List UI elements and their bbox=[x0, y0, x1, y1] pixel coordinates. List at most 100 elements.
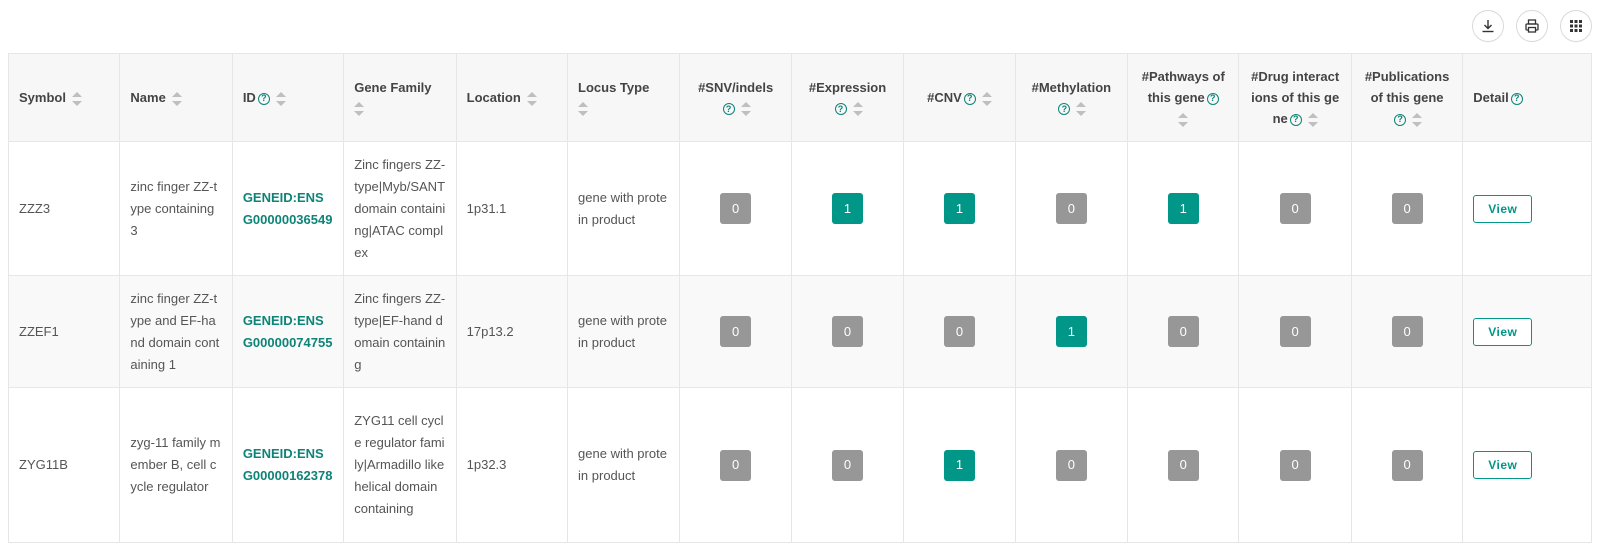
download-icon bbox=[1482, 20, 1494, 33]
help-icon[interactable]: ? bbox=[834, 103, 847, 116]
header-snv-indels[interactable]: #SNV/indels? bbox=[679, 53, 792, 142]
header-label: Name bbox=[130, 90, 166, 105]
table-header: Symbol Name ID? Gene Family Location Loc… bbox=[7, 53, 1592, 142]
cell-publications: 0 bbox=[1350, 275, 1464, 388]
header-gene-family[interactable]: Gene Family bbox=[343, 53, 457, 142]
sort-icon[interactable] bbox=[1178, 112, 1189, 127]
cell-name: zinc finger ZZ-type containing 3 bbox=[119, 141, 233, 276]
header-publications[interactable]: #Publications of this gene? bbox=[1350, 53, 1464, 142]
count-badge[interactable]: 1 bbox=[1167, 193, 1199, 224]
header-location[interactable]: Location bbox=[455, 53, 569, 142]
help-icon[interactable]: ? bbox=[722, 103, 735, 116]
view-button[interactable]: View bbox=[1473, 451, 1533, 479]
cell-drug-interactions: 0 bbox=[1238, 275, 1352, 388]
count-badge[interactable]: 0 bbox=[1279, 316, 1311, 347]
cell-cnv: 1 bbox=[903, 387, 1016, 543]
sort-icon[interactable] bbox=[71, 91, 82, 106]
help-icon[interactable]: ? bbox=[1394, 113, 1407, 126]
cell-cnv: 1 bbox=[903, 141, 1016, 276]
header-id[interactable]: ID? bbox=[231, 53, 345, 142]
sort-icon[interactable] bbox=[1307, 112, 1318, 127]
export-button[interactable] bbox=[1472, 10, 1504, 42]
columns-button[interactable] bbox=[1560, 10, 1592, 42]
help-icon[interactable]: ? bbox=[1289, 113, 1302, 126]
header-drug-interactions[interactable]: #Drug interactions of this gene? bbox=[1238, 53, 1352, 142]
cell-symbol: ZYG11B bbox=[7, 387, 121, 543]
cell-publications: 0 bbox=[1350, 387, 1464, 543]
count-badge[interactable]: 0 bbox=[1055, 193, 1087, 224]
cell-id: GENEID:ENSG00000036549 bbox=[231, 141, 345, 276]
gene-id-link[interactable]: GENEID:ENSG00000074755 bbox=[243, 313, 333, 350]
header-cnv[interactable]: #CNV? bbox=[903, 53, 1016, 142]
view-button[interactable]: View bbox=[1473, 194, 1533, 223]
gene-table-container: Symbol Name ID? Gene Family Location Loc… bbox=[7, 53, 1592, 543]
cell-location: 17p13.2 bbox=[455, 275, 569, 388]
sort-icon[interactable] bbox=[740, 102, 751, 117]
count-badge[interactable]: 0 bbox=[1279, 449, 1311, 481]
header-pathways[interactable]: #Pathways of this gene? bbox=[1127, 53, 1240, 142]
sort-icon[interactable] bbox=[275, 91, 286, 106]
header-locus-type[interactable]: Locus Type bbox=[567, 53, 681, 142]
count-badge[interactable]: 1 bbox=[1055, 316, 1087, 347]
count-badge[interactable]: 1 bbox=[943, 449, 975, 481]
sort-icon[interactable] bbox=[981, 91, 992, 106]
count-badge[interactable]: 0 bbox=[1391, 193, 1423, 224]
count-badge[interactable]: 0 bbox=[1391, 316, 1423, 347]
header-name[interactable]: Name bbox=[119, 53, 233, 142]
columns-grid-icon bbox=[1570, 20, 1582, 32]
cell-symbol: ZZZ3 bbox=[7, 141, 121, 276]
gene-table: Symbol Name ID? Gene Family Location Loc… bbox=[7, 53, 1592, 543]
print-button[interactable] bbox=[1516, 10, 1548, 42]
cell-expression: 0 bbox=[790, 275, 905, 388]
sort-icon[interactable] bbox=[1412, 112, 1423, 127]
count-badge[interactable]: 0 bbox=[1391, 449, 1423, 481]
cell-pathways: 0 bbox=[1127, 387, 1240, 543]
table-row: ZZEF1 zinc finger ZZ-type and EF-hand do… bbox=[7, 275, 1592, 388]
sort-icon[interactable] bbox=[526, 91, 537, 106]
header-label: ID bbox=[242, 90, 256, 105]
cell-methylation: 0 bbox=[1014, 387, 1129, 543]
cell-id: GENEID:ENSG00000162378 bbox=[231, 387, 345, 543]
help-icon[interactable]: ? bbox=[1206, 92, 1219, 105]
help-icon[interactable]: ? bbox=[257, 92, 270, 105]
cell-cnv: 0 bbox=[903, 275, 1016, 388]
header-row: Symbol Name ID? Gene Family Location Loc… bbox=[7, 53, 1592, 142]
header-symbol[interactable]: Symbol bbox=[7, 53, 121, 142]
count-badge[interactable]: 1 bbox=[943, 193, 975, 224]
sort-icon[interactable] bbox=[354, 102, 365, 117]
cell-detail: View bbox=[1462, 387, 1592, 543]
sort-icon[interactable] bbox=[852, 102, 863, 117]
count-badge[interactable]: 0 bbox=[943, 316, 975, 347]
sort-icon[interactable] bbox=[1076, 102, 1087, 117]
sort-icon[interactable] bbox=[171, 91, 182, 106]
cell-snv-indels: 0 bbox=[679, 275, 792, 388]
count-badge[interactable]: 0 bbox=[720, 316, 752, 347]
help-icon[interactable]: ? bbox=[1058, 103, 1071, 116]
header-label: #SNV/indels bbox=[698, 79, 774, 95]
count-badge[interactable]: 0 bbox=[1279, 193, 1311, 224]
help-icon[interactable]: ? bbox=[963, 92, 976, 105]
count-badge[interactable]: 0 bbox=[832, 449, 864, 481]
count-badge[interactable]: 0 bbox=[832, 316, 864, 347]
count-badge[interactable]: 0 bbox=[1167, 316, 1199, 347]
cell-methylation: 1 bbox=[1014, 275, 1129, 388]
count-badge[interactable]: 0 bbox=[720, 449, 752, 481]
count-badge[interactable]: 0 bbox=[1167, 449, 1199, 481]
view-button[interactable]: View bbox=[1473, 317, 1533, 346]
gene-id-link[interactable]: GENEID:ENSG00000162378 bbox=[243, 446, 333, 483]
cell-location: 1p32.3 bbox=[455, 387, 569, 543]
count-badge[interactable]: 0 bbox=[720, 193, 752, 224]
gene-id-link[interactable]: GENEID:ENSG00000036549 bbox=[243, 190, 333, 227]
cell-expression: 1 bbox=[790, 141, 905, 276]
count-badge[interactable]: 1 bbox=[832, 193, 864, 224]
cell-pathways: 1 bbox=[1127, 141, 1240, 276]
count-badge[interactable]: 0 bbox=[1055, 449, 1087, 481]
cell-gene-family: ZYG11 cell cycle regulator family|Armadi… bbox=[343, 387, 457, 543]
help-icon[interactable]: ? bbox=[1510, 92, 1523, 105]
cell-detail: View bbox=[1462, 275, 1592, 388]
table-row: ZZZ3 zinc finger ZZ-type containing 3 GE… bbox=[7, 141, 1592, 276]
sort-icon[interactable] bbox=[578, 102, 589, 117]
cell-id: GENEID:ENSG00000074755 bbox=[231, 275, 345, 388]
header-methylation[interactable]: #Methylation? bbox=[1014, 53, 1129, 142]
header-expression[interactable]: #Expression? bbox=[790, 53, 905, 142]
